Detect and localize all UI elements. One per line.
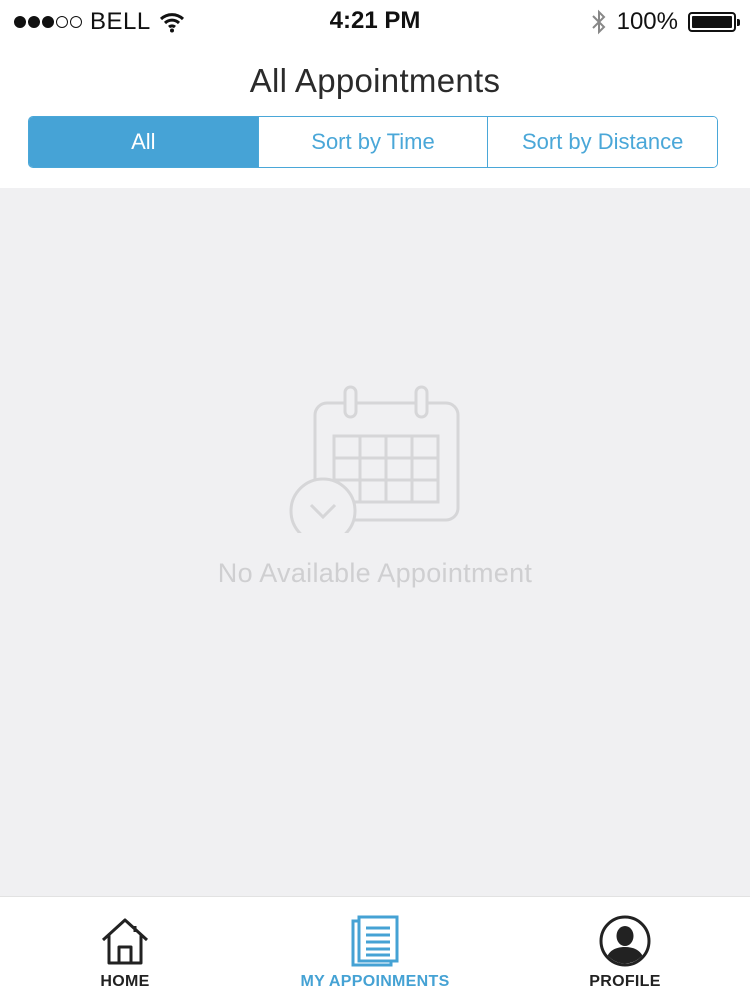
- appointments-list-area[interactable]: No Available Appointment: [0, 188, 750, 896]
- tab-my-appointments[interactable]: MY APPOINMENTS: [250, 897, 500, 1000]
- profile-icon: [599, 915, 651, 967]
- segment-sort-by-distance[interactable]: Sort by Distance: [487, 117, 717, 167]
- battery-percent: 100%: [616, 8, 678, 35]
- profile-icon-wrap: [599, 915, 651, 967]
- home-icon: [101, 918, 149, 965]
- segment-all[interactable]: All: [29, 117, 258, 167]
- battery-fill: [692, 16, 732, 28]
- document-list-icon: [351, 915, 399, 967]
- sort-segmented-control: All Sort by Time Sort by Distance: [28, 116, 718, 168]
- status-bar: BELL 4:21 PM 100%: [0, 0, 750, 44]
- home-icon-wrap: [99, 915, 151, 967]
- tab-bar: HOME MY APPOINMENTS PROFILE: [0, 896, 750, 1000]
- segment-sort-by-time[interactable]: Sort by Time: [257, 117, 488, 167]
- header: All Appointments All Sort by Time Sort b…: [0, 44, 750, 188]
- tab-home-label: HOME: [100, 973, 150, 990]
- battery-icon: [688, 12, 740, 32]
- page-title: All Appointments: [249, 62, 501, 99]
- empty-state-message: No Available Appointment: [217, 558, 533, 588]
- tab-home[interactable]: HOME: [0, 897, 250, 1000]
- tab-profile-label: PROFILE: [589, 973, 661, 990]
- document-list-icon-wrap: [349, 915, 401, 967]
- status-bar-right: 100%: [591, 8, 740, 36]
- tab-my-appointments-label: MY APPOINMENTS: [300, 973, 450, 990]
- tab-profile[interactable]: PROFILE: [500, 897, 750, 1000]
- calendar-icon: [289, 385, 460, 533]
- bluetooth-icon: [591, 9, 606, 35]
